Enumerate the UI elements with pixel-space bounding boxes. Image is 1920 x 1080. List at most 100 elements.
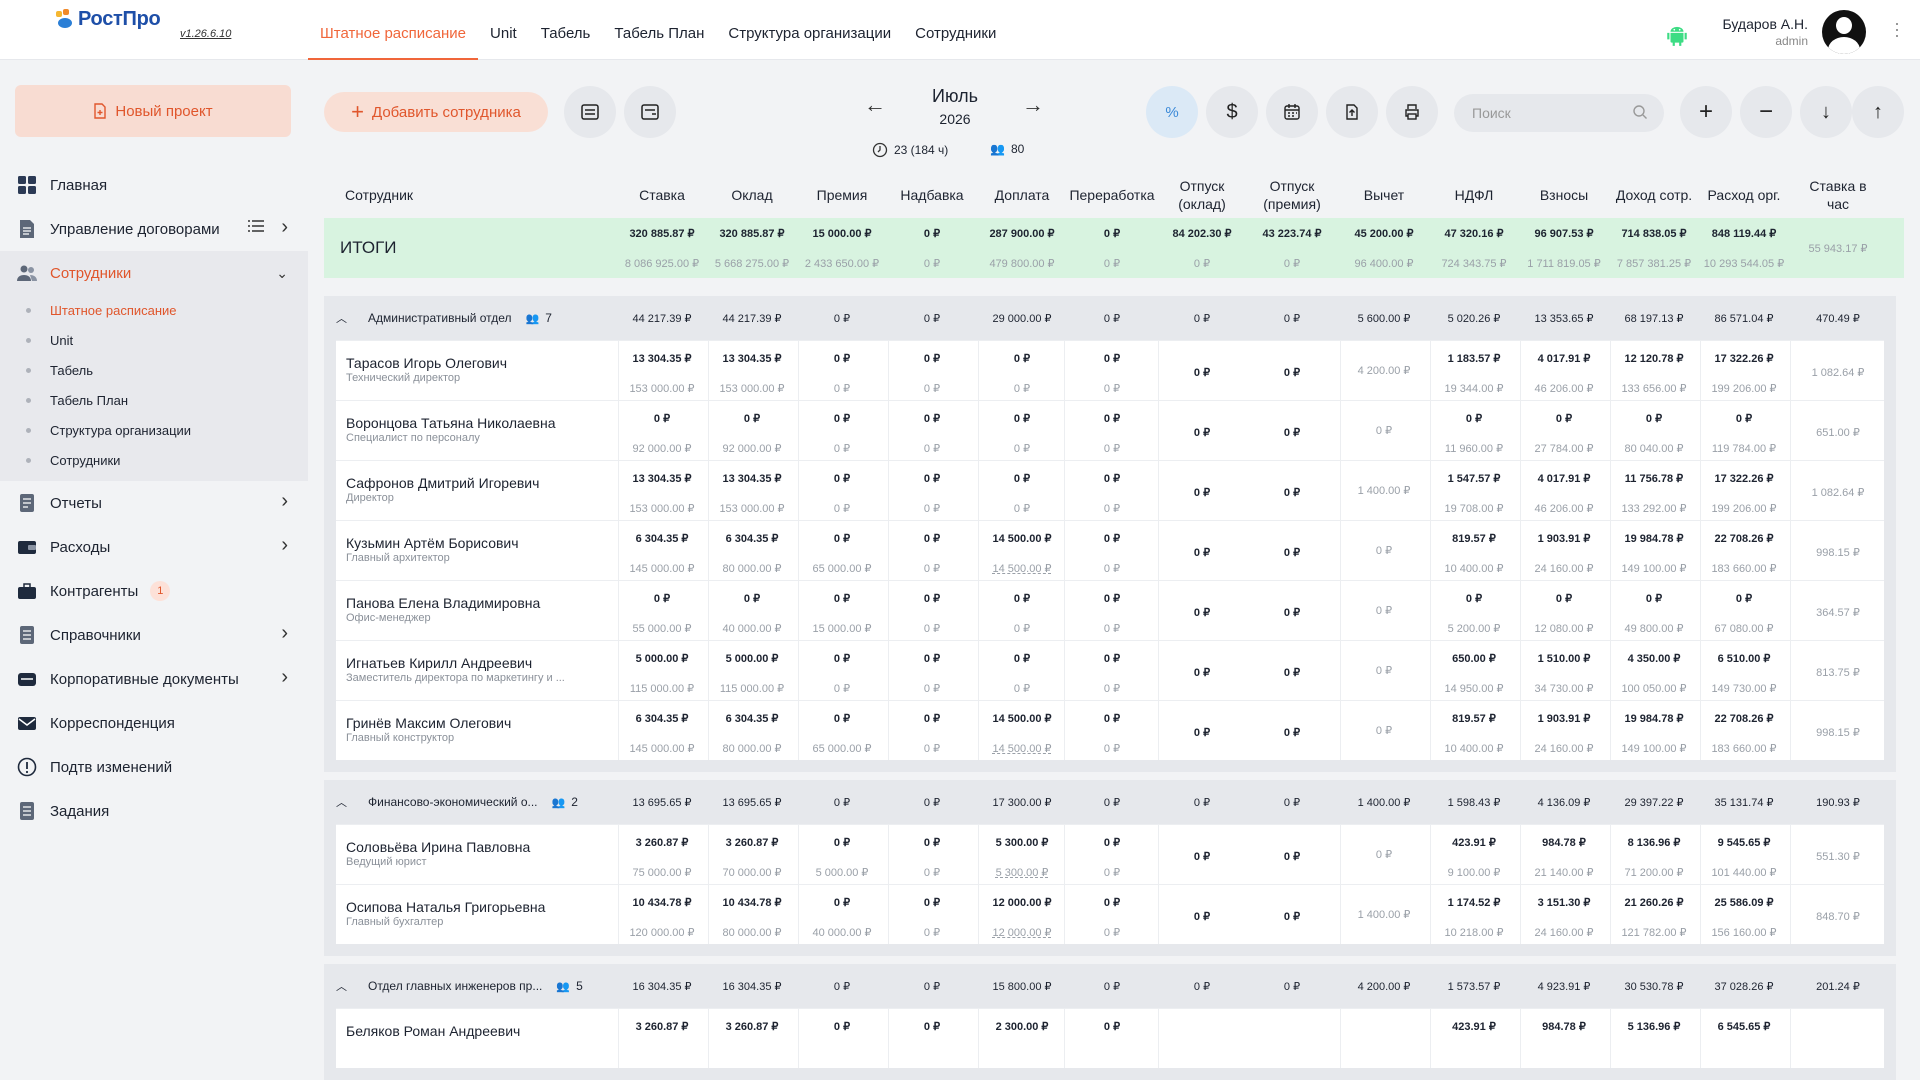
department-total: 35 131.74 ₽ (1714, 797, 1774, 809)
plus-icon: + (1698, 98, 1713, 125)
new-project-button[interactable]: Новый проект (15, 85, 291, 137)
column-header[interactable]: Ставка (612, 186, 712, 204)
user-block[interactable]: Бударов А.Н. admin (1723, 10, 1866, 54)
totals-yearly-value: 479 800.00 ₽ (989, 258, 1055, 270)
nav-item-0[interactable]: Штатное расписание (308, 0, 479, 60)
upload-button[interactable] (1326, 86, 1378, 138)
add-employee-button[interactable]: + Добавить сотрудника (324, 92, 548, 132)
column-header[interactable]: Взносы (1514, 186, 1614, 204)
sidebar-item-1[interactable]: Управление договорами › (0, 207, 308, 251)
calendar-button[interactable] (1266, 86, 1318, 138)
chevron-right-icon[interactable]: › (281, 216, 288, 239)
submenu-item-1[interactable]: Unit (0, 325, 308, 355)
chevron-right-icon[interactable]: › (281, 534, 288, 557)
sidebar-item-5[interactable]: Контрагенты 1 (0, 569, 308, 613)
employee-name[interactable]: Панова Елена Владимировна (346, 595, 616, 611)
currency-toggle[interactable]: $ (1206, 86, 1258, 138)
nav-item-3[interactable]: Табель План (602, 0, 716, 60)
export-button[interactable] (624, 86, 676, 138)
submenu-item-5[interactable]: Сотрудники (0, 445, 308, 475)
department-count: 7 (545, 311, 552, 325)
nav-item-5[interactable]: Сотрудники (903, 0, 1008, 60)
column-header[interactable]: Отпуск (оклад) (1157, 177, 1247, 213)
column-header[interactable]: Отпуск (премия) (1247, 177, 1337, 213)
sort-down-button[interactable]: ↓ (1800, 86, 1852, 138)
employee-name[interactable]: Воронцова Татьяна Николаевна (346, 415, 616, 431)
collapse-chevron-icon[interactable]: ︿ (336, 794, 347, 810)
employee-year-value: 24 160.00 ₽ (1534, 563, 1594, 575)
more-menu-icon[interactable]: · · · (1894, 14, 1900, 44)
column-header[interactable]: Доход сотр. (1604, 186, 1704, 204)
search-input[interactable]: Поиск (1454, 94, 1664, 132)
next-month-arrow-icon[interactable]: → (1022, 92, 1044, 118)
department-total: 0 ₽ (1103, 313, 1121, 325)
department-total: 13 353.65 ₽ (1534, 313, 1594, 325)
android-icon[interactable] (1664, 22, 1690, 48)
sidebar-item-8[interactable]: Корреспонденция (0, 701, 308, 745)
employee-name[interactable]: Беляков Роман Андреевич (346, 1023, 616, 1039)
chevron-down-icon[interactable]: ⌄ (276, 265, 288, 282)
column-header[interactable]: НДФЛ (1424, 186, 1524, 204)
sidebar-item-9[interactable]: Подтв изменений (0, 745, 308, 789)
employee-name[interactable]: Осипова Наталья Григорьевна (346, 899, 616, 915)
employee-month-value: 0 ₽ (833, 413, 851, 425)
collapse-chevron-icon[interactable]: ︿ (336, 978, 347, 994)
column-header[interactable]: Премия (792, 186, 892, 204)
app-version[interactable]: v1.26.6.10 (180, 28, 231, 40)
avatar[interactable] (1822, 10, 1866, 54)
submenu-item-3[interactable]: Табель План (0, 385, 308, 415)
sidebar-item-7[interactable]: Корпоративные документы › (0, 657, 308, 701)
grid-icon (16, 174, 38, 196)
totals-value: 714 838.05 ₽ (1621, 228, 1687, 240)
sort-up-button[interactable]: ↑ (1852, 86, 1904, 138)
sidebar-item-10[interactable]: Задания (0, 789, 308, 833)
employee-year-value: 14 500.00 ₽ (992, 563, 1052, 575)
employee-year-value: 5 200.00 ₽ (1447, 623, 1501, 635)
employee-name[interactable]: Гринёв Максим Олегович (346, 715, 616, 731)
nav-item-2[interactable]: Табель (529, 0, 603, 60)
employee-name[interactable]: Соловьёва Ирина Павловна (346, 839, 616, 855)
collapse-all-button[interactable]: − (1740, 86, 1792, 138)
chevron-right-icon[interactable]: › (281, 666, 288, 689)
chevron-right-icon[interactable]: › (281, 622, 288, 645)
column-header[interactable]: Переработка (1062, 186, 1162, 204)
column-header[interactable]: Оклад (702, 186, 802, 204)
sidebar-item-6[interactable]: Справочники › (0, 613, 308, 657)
submenu-item-0[interactable]: Штатное расписание (0, 295, 308, 325)
column-header[interactable]: Вычет (1334, 186, 1434, 204)
employee-name[interactable]: Тарасов Игорь Олегович (346, 355, 616, 371)
column-header[interactable]: Доплата (972, 186, 1072, 204)
expand-all-button[interactable]: + (1680, 86, 1732, 138)
department-total: 0 ₽ (833, 981, 851, 993)
column-header[interactable]: Ставка в час (1798, 177, 1878, 213)
column-header[interactable]: Надбавка (882, 186, 982, 204)
sidebar-item-4[interactable]: Расходы › (0, 525, 308, 569)
employee-year-value: 0 ₽ (833, 503, 851, 515)
clock-icon (872, 142, 888, 158)
sidebar-item-2[interactable]: Сотрудники ⌄ (0, 251, 308, 295)
employee-name[interactable]: Сафронов Дмитрий Игоревич (346, 475, 616, 491)
department-total: 37 028.26 ₽ (1714, 981, 1774, 993)
list-icon[interactable] (248, 219, 264, 237)
briefcase-icon (16, 580, 38, 602)
employee-name[interactable]: Игнатьев Кирилл Андреевич (346, 655, 616, 671)
chevron-right-icon[interactable]: › (281, 490, 288, 513)
department-total: 4 136.09 ₽ (1537, 797, 1591, 809)
collapse-chevron-icon[interactable]: ︿ (336, 310, 347, 326)
submenu-item-4[interactable]: Структура организации (0, 415, 308, 445)
list-settings-button[interactable] (564, 86, 616, 138)
print-button[interactable] (1386, 86, 1438, 138)
employee-year-value: 183 660.00 ₽ (1711, 563, 1777, 575)
nav-item-4[interactable]: Структура организации (716, 0, 903, 60)
employee-row[interactable]: Беляков Роман Андреевич (336, 1008, 1884, 1068)
submenu-item-2[interactable]: Табель (0, 355, 308, 385)
sidebar-item-3[interactable]: Отчеты › (0, 481, 308, 525)
nav-item-1[interactable]: Unit (478, 0, 529, 60)
sidebar-item-0[interactable]: Главная (0, 163, 308, 207)
column-header[interactable]: Сотрудник (345, 186, 413, 204)
employee-name[interactable]: Кузьмин Артём Борисович (346, 535, 616, 551)
percent-toggle[interactable]: % (1146, 86, 1198, 138)
column-header[interactable]: Расход орг. (1694, 186, 1794, 204)
employee-year-value: 133 292.00 ₽ (1621, 503, 1687, 515)
logo[interactable]: РостПро (54, 8, 161, 31)
